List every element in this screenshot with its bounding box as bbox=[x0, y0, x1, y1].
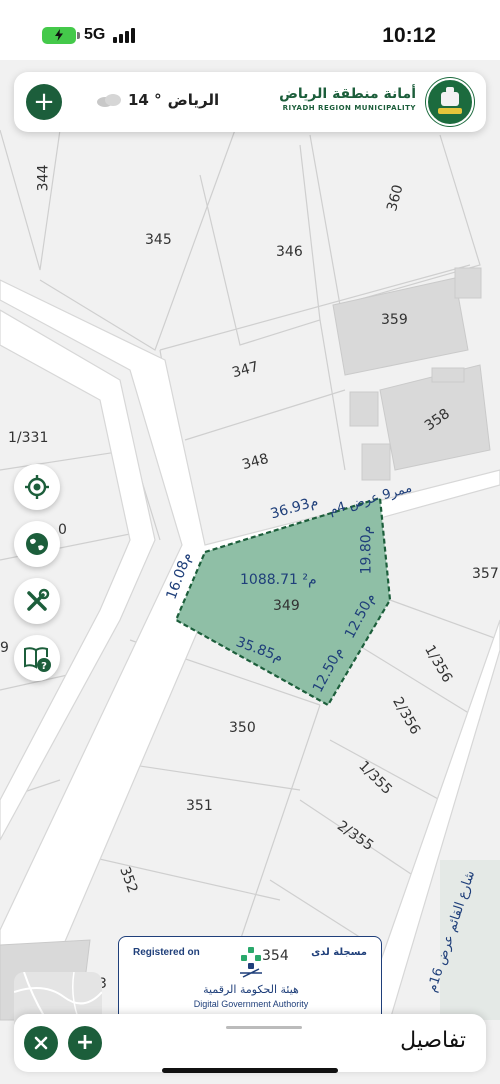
municipality-emblem-icon bbox=[426, 78, 474, 126]
plot-label[interactable]: 0 bbox=[58, 522, 67, 538]
globe-tool-button[interactable] bbox=[14, 521, 60, 567]
plot-label[interactable]: 345 bbox=[145, 232, 172, 248]
locate-tool-button[interactable] bbox=[14, 464, 60, 510]
plot-label[interactable]: 1/331 bbox=[8, 430, 48, 446]
network-type: 5G bbox=[84, 26, 106, 43]
plot-label[interactable]: 9 bbox=[0, 640, 9, 656]
close-button[interactable] bbox=[24, 1026, 58, 1060]
plot-label[interactable]: 357 bbox=[472, 566, 499, 582]
parcel-map[interactable]: 344 345 346 360 359 347 358 348 1/331 35… bbox=[0, 60, 500, 1084]
crosshair-icon bbox=[25, 475, 49, 499]
municipality-logo-text: أمانة منطقة الرياض RIYADH REGION MUNICIP… bbox=[279, 86, 416, 112]
registration-badge: Registered on مسجلة لدى هيئة الحكومة الر… bbox=[118, 936, 382, 1022]
plot-label[interactable]: 359 bbox=[381, 312, 408, 328]
battery-charging-icon bbox=[42, 26, 80, 44]
home-indicator[interactable] bbox=[162, 1068, 338, 1073]
plot-label[interactable]: 350 bbox=[229, 720, 256, 736]
guide-button[interactable]: ? bbox=[14, 635, 60, 681]
plot-label[interactable]: 346 bbox=[276, 244, 303, 260]
weather-widget: الرياض ° 14 bbox=[96, 91, 219, 109]
weather-temperature: ° 14 bbox=[128, 91, 162, 109]
tools-button[interactable] bbox=[14, 578, 60, 624]
dga-english-name: Digital Government Authority bbox=[193, 999, 309, 1009]
dga-arabic-name: هيئة الحكومة الرقمية bbox=[203, 983, 299, 996]
logo-arabic: أمانة منطقة الرياض bbox=[279, 86, 416, 102]
plot-label[interactable]: 354 bbox=[262, 948, 289, 964]
status-bar: 5G 10:12 bbox=[0, 0, 500, 60]
svg-text:?: ? bbox=[41, 661, 47, 672]
close-icon bbox=[34, 1036, 48, 1050]
details-title: تفاصيل bbox=[400, 1028, 466, 1053]
signal-icon bbox=[113, 27, 136, 43]
plot-label[interactable]: 351 bbox=[186, 798, 213, 814]
logo-english: RIYADH REGION MUNICIPALITY bbox=[282, 104, 416, 112]
cloud-icon bbox=[97, 94, 121, 107]
clock: 10:12 bbox=[382, 24, 436, 47]
registered-on-label: Registered on bbox=[133, 947, 200, 958]
wrench-screwdriver-icon bbox=[27, 588, 50, 611]
parcel-dimension: 19.80م bbox=[358, 525, 375, 575]
header-add-button[interactable]: + bbox=[26, 84, 62, 120]
globe-icon bbox=[26, 533, 48, 555]
sheet-drag-handle[interactable] bbox=[226, 1026, 302, 1029]
dga-logo-icon bbox=[240, 947, 262, 978]
selected-parcel-area: م² 1088.71 bbox=[240, 572, 317, 588]
plus-icon: + bbox=[33, 87, 55, 117]
registered-on-arabic: مسجلة لدى bbox=[311, 947, 367, 958]
weather-city: الرياض bbox=[167, 91, 220, 109]
details-bottom-sheet[interactable]: + تفاصيل bbox=[14, 1014, 486, 1072]
book-help-icon: ? bbox=[24, 647, 51, 672]
plus-icon: + bbox=[75, 1030, 95, 1055]
sheet-add-button[interactable]: + bbox=[68, 1026, 102, 1060]
plot-label[interactable]: 344 bbox=[35, 165, 51, 192]
header-card: + الرياض ° 14 أمانة منطقة الرياض RIYADH … bbox=[14, 72, 486, 132]
selected-parcel-number: 349 bbox=[273, 598, 300, 614]
status-indicators: 5G bbox=[42, 26, 136, 44]
